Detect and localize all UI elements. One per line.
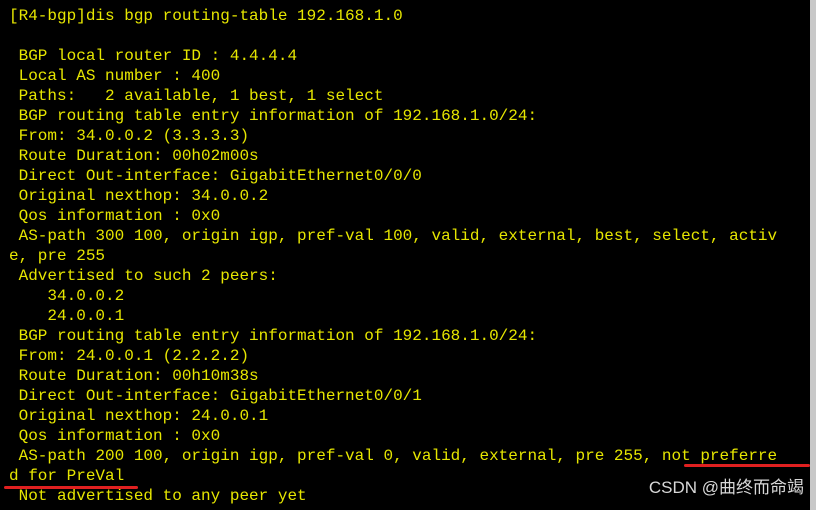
terminal-line: Qos information : 0x0 (9, 427, 221, 445)
terminal-line: BGP local router ID : 4.4.4.4 (9, 47, 298, 65)
terminal-line: AS-path 200 100, origin igp, pref-val 0,… (9, 447, 778, 465)
terminal-line: Original nexthop: 24.0.0.1 (9, 407, 269, 425)
terminal-line: Local AS number : 400 (9, 67, 221, 85)
terminal-line: BGP routing table entry information of 1… (9, 327, 538, 345)
terminal-output: [R4-bgp]dis bgp routing-table 192.168.1.… (0, 0, 816, 510)
terminal-line: Route Duration: 00h02m00s (9, 147, 259, 165)
terminal-line: BGP routing table entry information of 1… (9, 107, 538, 125)
terminal-line: 24.0.0.1 (9, 307, 125, 325)
terminal-line: From: 34.0.0.2 (3.3.3.3) (9, 127, 250, 145)
terminal-line: Direct Out-interface: GigabitEthernet0/0… (9, 167, 422, 185)
terminal-line: AS-path 300 100, origin igp, pref-val 10… (9, 227, 778, 245)
terminal-line: 34.0.0.2 (9, 287, 125, 305)
terminal-line: e, pre 255 (9, 247, 106, 265)
annotation-underline (4, 486, 138, 489)
terminal-line: Paths: 2 available, 1 best, 1 select (9, 87, 384, 105)
window-edge (810, 0, 816, 510)
terminal-line: Route Duration: 00h10m38s (9, 367, 259, 385)
terminal-line: Direct Out-interface: GigabitEthernet0/0… (9, 387, 422, 405)
terminal-line: Qos information : 0x0 (9, 207, 221, 225)
watermark: CSDN @曲终而命竭 (648, 478, 804, 497)
terminal-line: From: 24.0.0.1 (2.2.2.2) (9, 347, 250, 365)
terminal-line: Original nexthop: 34.0.0.2 (9, 187, 269, 205)
terminal-line: Advertised to such 2 peers: (9, 267, 278, 285)
terminal-line: [R4-bgp]dis bgp routing-table 192.168.1.… (9, 7, 403, 25)
annotation-underline (684, 464, 810, 467)
